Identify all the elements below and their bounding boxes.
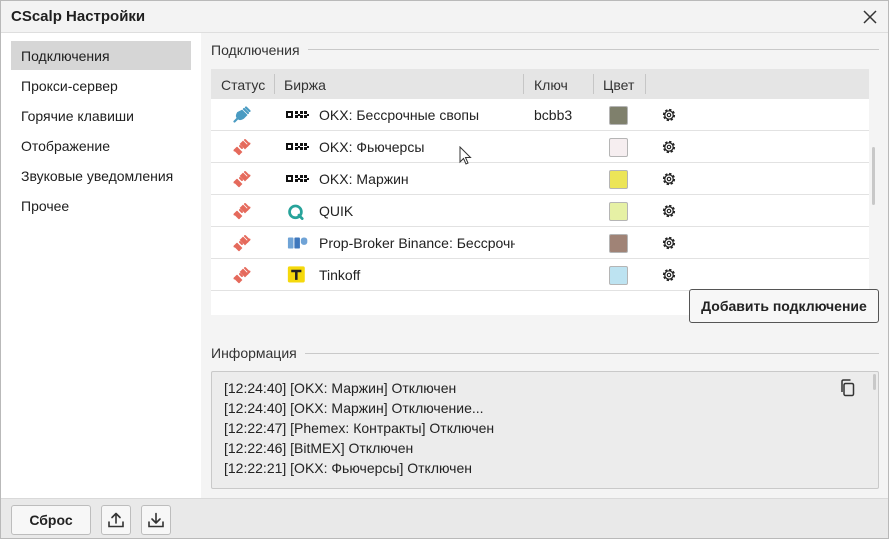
- sidebar: Подключения Прокси-сервер Горячие клавиш…: [1, 33, 201, 498]
- upload-icon: [108, 512, 124, 528]
- exchange-name: QUIK: [319, 203, 354, 219]
- table-scrollbar[interactable]: [872, 147, 875, 205]
- main-panel: Подключения Статус Биржа Ключ Цвет OKX: …: [201, 33, 888, 498]
- column-separator[interactable]: [523, 74, 524, 94]
- plug-disconnected-icon[interactable]: [233, 202, 251, 220]
- import-button[interactable]: [141, 505, 171, 535]
- color-swatch[interactable]: [609, 138, 628, 157]
- log-line: [12:22:21] [OKX: Фьючерсы] Отключен: [224, 460, 472, 476]
- sidebar-item-display[interactable]: Отображение: [11, 131, 191, 160]
- sidebar-item-label: Отображение: [21, 138, 111, 154]
- log-line: [12:24:40] [OKX: Маржин] Отключение...: [224, 400, 484, 416]
- info-log[interactable]: [12:24:40] [OKX: Маржин] Отключен [12:24…: [211, 371, 879, 489]
- log-line: [12:24:40] [OKX: Маржин] Отключен: [224, 380, 457, 396]
- okx-logo: [286, 111, 309, 118]
- plug-disconnected-icon[interactable]: [233, 170, 251, 188]
- export-button[interactable]: [101, 505, 131, 535]
- window-title: CScalp Настройки: [11, 8, 146, 25]
- reset-button[interactable]: Сброс: [11, 505, 91, 535]
- connections-table: Статус Биржа Ключ Цвет OKX: Бессрочные с…: [211, 69, 869, 315]
- settings-window: CScalp Настройки Подключения Прокси-серв…: [0, 0, 889, 539]
- sidebar-item-other[interactable]: Прочее: [11, 191, 191, 220]
- exchange-name: Prop-Broker Binance: Бессрочные: [319, 235, 515, 251]
- connections-title: Подключения: [211, 42, 308, 58]
- info-title: Информация: [211, 345, 305, 361]
- divider: [211, 353, 879, 354]
- gear-icon[interactable]: [661, 171, 677, 187]
- sidebar-item-label: Подключения: [21, 48, 110, 64]
- color-swatch[interactable]: [609, 202, 628, 221]
- table-row[interactable]: OKX: Маржин: [211, 163, 869, 195]
- plug-disconnected-icon[interactable]: [233, 138, 251, 156]
- plug-disconnected-icon[interactable]: [233, 234, 251, 252]
- column-exchange[interactable]: Биржа: [284, 77, 326, 93]
- color-swatch[interactable]: [609, 234, 628, 253]
- table-row[interactable]: QUIK: [211, 195, 869, 227]
- column-separator[interactable]: [593, 74, 594, 94]
- log-line: [12:22:46] [BitMEX] Отключен: [224, 440, 414, 456]
- exchange-name: OKX: Фьючерсы: [319, 139, 425, 155]
- close-icon: [863, 9, 877, 24]
- exchange-name: Tinkoff: [319, 267, 361, 283]
- column-separator[interactable]: [274, 74, 275, 94]
- sidebar-item-connections[interactable]: Подключения: [11, 41, 191, 70]
- prop-broker-logo: [287, 237, 308, 249]
- sidebar-item-sound-notifications[interactable]: Звуковые уведомления: [11, 161, 191, 190]
- sidebar-item-hotkeys[interactable]: Горячие клавиши: [11, 101, 191, 130]
- column-key[interactable]: Ключ: [534, 77, 568, 93]
- quik-logo: [288, 204, 304, 220]
- color-swatch[interactable]: [609, 266, 628, 285]
- color-swatch[interactable]: [609, 170, 628, 189]
- footer: Сброс: [1, 498, 888, 538]
- sidebar-item-label: Звуковые уведомления: [21, 168, 174, 184]
- mouse-cursor-icon: [459, 146, 472, 165]
- table-row[interactable]: Tinkoff: [211, 259, 869, 291]
- gear-icon[interactable]: [661, 139, 677, 155]
- table-header: Статус Биржа Ключ Цвет: [211, 69, 869, 99]
- okx-logo: [286, 175, 309, 182]
- log-scrollbar[interactable]: [873, 374, 876, 390]
- exchange-name: OKX: Бессрочные свопы: [319, 107, 480, 123]
- exchange-name: OKX: Маржин: [319, 171, 409, 187]
- column-color[interactable]: Цвет: [603, 77, 634, 93]
- log-line: [12:22:47] [Phemex: Контракты] Отключен: [224, 420, 495, 436]
- gear-icon[interactable]: [661, 267, 677, 283]
- table-row[interactable]: Prop-Broker Binance: Бессрочные: [211, 227, 869, 259]
- column-status[interactable]: Статус: [221, 77, 265, 93]
- table-row[interactable]: OKX: Фьючерсы: [211, 131, 869, 163]
- gear-icon[interactable]: [661, 235, 677, 251]
- sidebar-item-label: Прокси-сервер: [21, 78, 118, 94]
- sidebar-item-label: Прочее: [21, 198, 70, 214]
- column-separator[interactable]: [645, 74, 646, 94]
- table-row[interactable]: OKX: Бессрочные свопы bcbb3: [211, 99, 869, 131]
- color-swatch[interactable]: [609, 106, 628, 125]
- plug-disconnected-icon[interactable]: [233, 266, 251, 284]
- divider: [211, 49, 879, 50]
- add-connection-button[interactable]: Добавить подключение: [689, 289, 879, 323]
- plug-connected-icon[interactable]: [233, 106, 251, 124]
- download-icon: [148, 512, 164, 528]
- close-button[interactable]: [852, 1, 888, 32]
- okx-logo: [286, 143, 309, 150]
- title-bar: CScalp Настройки: [1, 1, 888, 33]
- gear-icon[interactable]: [661, 107, 677, 123]
- tinkoff-logo: [287, 266, 305, 283]
- sidebar-item-label: Горячие клавиши: [21, 108, 134, 124]
- copy-icon[interactable]: [838, 378, 858, 398]
- gear-icon[interactable]: [661, 203, 677, 219]
- sidebar-item-proxy[interactable]: Прокси-сервер: [11, 71, 191, 100]
- api-key: bcbb3: [534, 107, 573, 123]
